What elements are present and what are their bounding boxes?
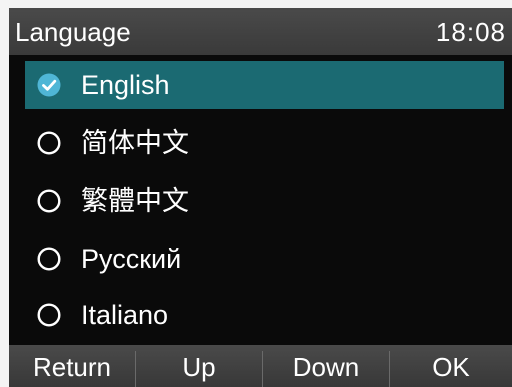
page-title: Language — [15, 17, 131, 47]
up-softkey[interactable]: Up — [136, 345, 262, 387]
language-label: English — [81, 70, 170, 100]
language-label: Русский — [81, 244, 182, 274]
language-label: 繁體中文 — [81, 186, 189, 216]
language-item-traditional-chinese[interactable]: 繁體中文 — [25, 177, 504, 225]
language-item-italian[interactable]: Italiano — [25, 291, 504, 339]
radio-empty-icon — [37, 303, 61, 327]
phone-screen: Language 18:08 English 简体中文 繁體中文 Русский… — [9, 8, 512, 387]
title-bar: Language 18:08 — [9, 8, 512, 55]
softkey-bar: Return Up Down OK — [9, 345, 512, 387]
down-softkey[interactable]: Down — [263, 345, 389, 387]
check-circle-icon — [37, 73, 61, 97]
language-label: Italiano — [81, 300, 169, 330]
radio-empty-icon — [37, 131, 61, 155]
clock: 18:08 — [435, 17, 506, 47]
radio-empty-icon — [37, 189, 61, 213]
return-softkey[interactable]: Return — [9, 345, 135, 387]
language-item-simplified-chinese[interactable]: 简体中文 — [25, 119, 504, 167]
ok-softkey[interactable]: OK — [390, 345, 512, 387]
language-label: 简体中文 — [81, 128, 189, 158]
language-item-english[interactable]: English — [25, 61, 504, 109]
radio-empty-icon — [37, 247, 61, 271]
language-item-russian[interactable]: Русский — [25, 235, 504, 283]
